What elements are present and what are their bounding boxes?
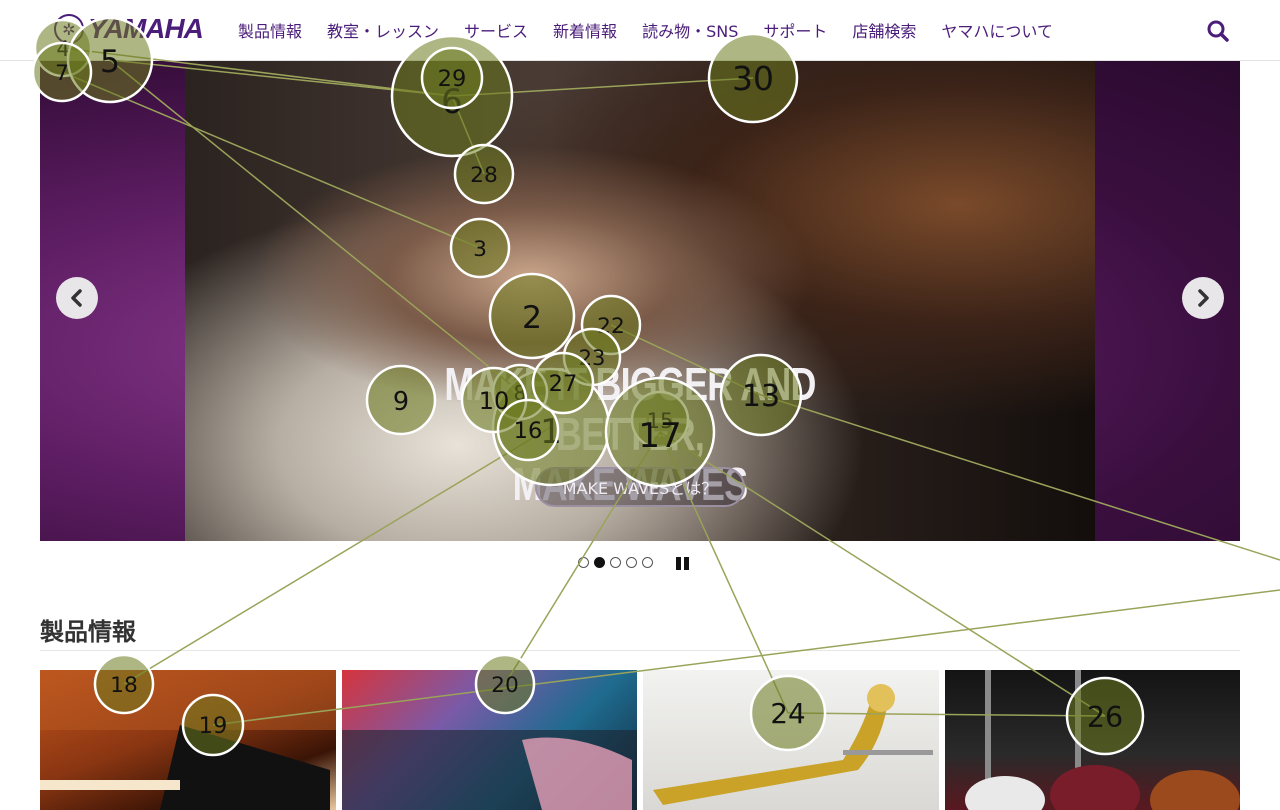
- make-waves-button[interactable]: MAKE WAVESとは？: [535, 467, 745, 507]
- carousel-dots: [578, 557, 653, 568]
- product-card-piano[interactable]: [40, 670, 336, 810]
- carousel-dot-1[interactable]: [578, 557, 589, 568]
- nav-item-services[interactable]: サービス: [464, 18, 528, 42]
- logo-text: YAMAHA: [88, 13, 204, 44]
- trumpet-image: [653, 684, 933, 805]
- section-divider: [40, 650, 1240, 651]
- site-header: ✲ YAMAHA 製品情報 教室・レッスン サービス 新着情報 読み物・SNS …: [0, 0, 1280, 61]
- carousel-dot-4[interactable]: [626, 557, 637, 568]
- tuning-fork-icon: ✲: [54, 14, 84, 44]
- search-icon[interactable]: [1205, 18, 1231, 44]
- carousel-dot-2[interactable]: [594, 557, 605, 568]
- yamaha-logo[interactable]: ✲ YAMAHA: [54, 13, 204, 45]
- nav-item-products[interactable]: 製品情報: [238, 18, 302, 42]
- section-title-products: 製品情報: [40, 618, 136, 646]
- product-card-trumpet[interactable]: [643, 670, 939, 810]
- carousel-dot-5[interactable]: [642, 557, 653, 568]
- product-cards: [40, 670, 1240, 810]
- nav-item-news[interactable]: 新着情報: [553, 18, 617, 42]
- nav-item-lessons[interactable]: 教室・レッスン: [327, 18, 439, 42]
- nav-item-about[interactable]: ヤマハについて: [941, 18, 1053, 42]
- hero-headline-line1: MAKE IT BIGGER AND BETTER,: [444, 358, 816, 460]
- carousel-prev-button[interactable]: [56, 277, 98, 319]
- guitar-image: [964, 670, 1240, 810]
- nav-item-reading-sns[interactable]: 読み物・SNS: [642, 18, 738, 42]
- keyboard-image: [341, 730, 637, 810]
- main-nav: 製品情報 教室・レッスン サービス 新着情報 読み物・SNS サポート 店舗検索…: [238, 18, 1053, 42]
- pause-icon[interactable]: [676, 557, 690, 570]
- chevron-left-icon: [71, 289, 82, 307]
- product-card-keyboard[interactable]: [341, 670, 637, 810]
- nav-item-store-search[interactable]: 店舗検索: [852, 18, 916, 42]
- nav-item-support[interactable]: サポート: [763, 18, 827, 42]
- hero-carousel: MAKE IT BIGGER AND BETTER, MAKE WAVES MA…: [40, 61, 1240, 541]
- carousel-dot-3[interactable]: [610, 557, 621, 568]
- carousel-next-button[interactable]: [1182, 277, 1224, 319]
- chevron-right-icon: [1198, 289, 1209, 307]
- product-card-guitar[interactable]: [944, 670, 1240, 810]
- piano-image: [40, 670, 336, 810]
